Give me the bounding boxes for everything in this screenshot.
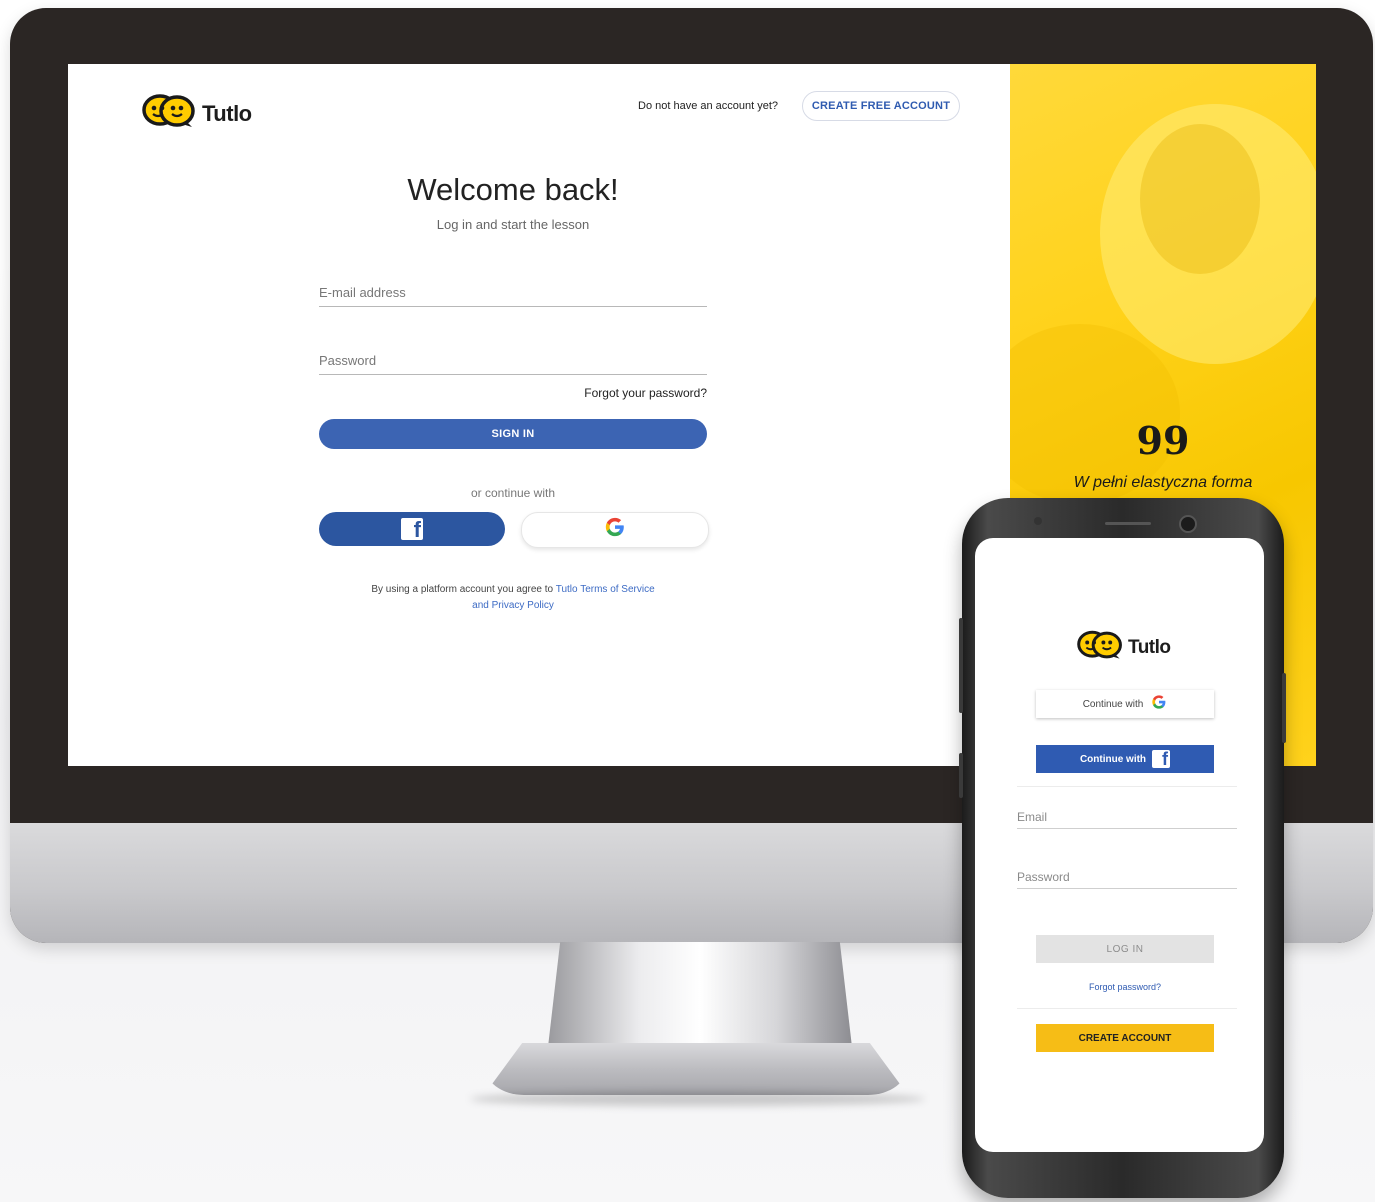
terms-text: By using a platform account you agree to… [338, 582, 688, 614]
phone-side-button [1282, 673, 1286, 743]
google-icon [1151, 694, 1167, 715]
mobile-google-label: Continue with [1082, 698, 1144, 710]
mobile-logo-text: Tutlo [1128, 636, 1171, 658]
forgot-password-link[interactable]: Forgot your password? [519, 386, 707, 400]
promo-quote-text: W pełni elastyczna forma [1073, 474, 1253, 491]
facebook-icon: f [401, 518, 423, 540]
tutlo-logo-icon [1077, 630, 1123, 665]
page-subtitle: Log in and start the lesson [436, 217, 590, 232]
monitor-stand-shadow [470, 1092, 925, 1106]
promo-photo-shape [1140, 124, 1260, 274]
create-free-account-button[interactable]: CREATE FREE ACCOUNT [802, 91, 960, 121]
terms-prefix: By using a platform account you agree to [371, 584, 554, 595]
privacy-policy-link[interactable]: Privacy Policy [492, 600, 554, 611]
divider [1017, 1008, 1237, 1009]
phone: Tutlo Continue with Continue with f Emai… [959, 498, 1286, 1198]
phone-speaker [1105, 522, 1151, 525]
terms-of-service-link[interactable]: Tutlo Terms of Service [556, 584, 655, 595]
email-input[interactable] [319, 285, 707, 300]
mobile-facebook-button[interactable]: Continue with f [1036, 745, 1214, 773]
mobile-screen: Tutlo Continue with Continue with f Emai… [975, 538, 1264, 1152]
mobile-email-input[interactable] [1017, 810, 1237, 824]
sign-in-button[interactable]: SIGN IN [319, 419, 707, 449]
quote-mark-icon: 99 [1136, 418, 1190, 463]
phone-side-button [959, 618, 963, 713]
mobile-login-button[interactable]: LOG IN [1036, 935, 1214, 963]
logo-text: Tutlo [202, 100, 252, 126]
monitor-stand-neck [548, 942, 852, 1047]
tutlo-logo-icon [142, 94, 196, 133]
divider [1017, 786, 1237, 787]
google-login-button[interactable] [521, 512, 709, 548]
terms-and: and [472, 600, 489, 611]
mobile-password-field [1017, 860, 1237, 889]
mobile-email-field [1017, 800, 1237, 829]
monitor-stand-base [484, 1043, 908, 1095]
mobile-password-input[interactable] [1017, 870, 1237, 884]
or-continue-text: or continue with [470, 486, 556, 500]
phone-camera [1179, 515, 1197, 533]
mobile-tutlo-logo[interactable]: Tutlo [1077, 630, 1171, 665]
mobile-create-account-button[interactable]: CREATE ACCOUNT [1036, 1024, 1214, 1052]
no-account-text: Do not have an account yet? [638, 100, 779, 112]
password-input[interactable] [319, 353, 707, 368]
facebook-icon: f [1152, 750, 1171, 768]
phone-sensor [1034, 517, 1042, 525]
phone-side-button [959, 753, 963, 798]
google-icon [604, 516, 626, 544]
password-field [319, 338, 707, 375]
mobile-forgot-password-link[interactable]: Forgot password? [1036, 982, 1214, 992]
tutlo-logo[interactable]: Tutlo [142, 94, 252, 133]
mobile-facebook-label: Continue with [1079, 753, 1147, 765]
mobile-google-button[interactable]: Continue with [1036, 690, 1214, 718]
facebook-login-button[interactable]: f [319, 512, 505, 546]
page-title: Welcome back! [407, 172, 619, 207]
email-field [319, 270, 707, 307]
